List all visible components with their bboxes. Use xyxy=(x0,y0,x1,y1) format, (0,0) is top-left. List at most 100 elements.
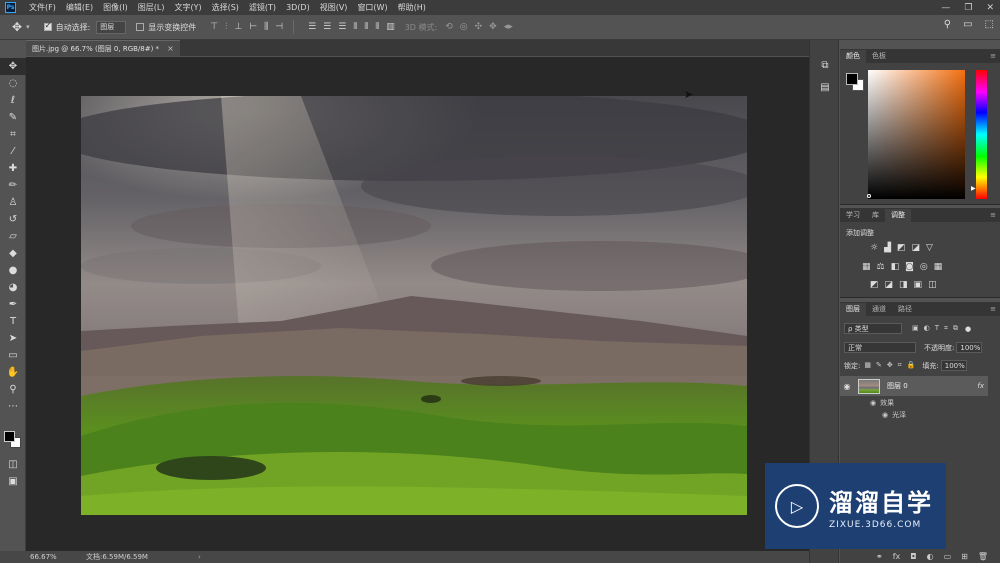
close-window-button[interactable]: ✕ xyxy=(986,3,994,13)
eye-icon[interactable]: ◉ xyxy=(840,382,854,391)
layer-row[interactable]: ◉ 图层 0 fx xyxy=(840,376,988,396)
restore-button[interactable]: ❐ xyxy=(964,3,972,13)
path-select-tool-icon[interactable]: ➤ xyxy=(0,330,26,347)
screen-mode-icon[interactable]: ▣ xyxy=(0,473,26,490)
effect-row[interactable]: ◉ 光泽 xyxy=(882,410,906,420)
menu-layer[interactable]: 图层(L) xyxy=(133,2,170,13)
menu-window[interactable]: 窗口(W) xyxy=(352,2,392,13)
posterize-icon[interactable]: ◪ xyxy=(885,280,894,290)
menu-select[interactable]: 选择(S) xyxy=(207,2,244,13)
eye-icon[interactable]: ◉ xyxy=(870,399,876,407)
dodge-tool-icon[interactable]: ◕ xyxy=(0,279,26,296)
close-tab-button[interactable]: × xyxy=(167,44,174,53)
panel-menu-icon[interactable]: ≡ xyxy=(990,305,996,313)
3d-scale-icon[interactable]: ◂▸ xyxy=(504,22,513,32)
tab-swatches[interactable]: 色板 xyxy=(866,50,892,63)
brush-tool-icon[interactable]: ✏ xyxy=(0,177,26,194)
hand-tool-icon[interactable]: ✋ xyxy=(0,364,26,381)
hue-slider[interactable] xyxy=(976,70,987,199)
history-brush-tool-icon[interactable]: ↺ xyxy=(0,211,26,228)
eye-icon[interactable]: ◉ xyxy=(882,411,888,419)
properties-icon[interactable]: ▤ xyxy=(810,76,840,98)
3d-roll-icon[interactable]: ◎ xyxy=(460,22,468,32)
channel-mixer-icon[interactable]: ◎ xyxy=(920,262,928,272)
mask-icon[interactable]: ◘ xyxy=(910,552,916,561)
menu-3d[interactable]: 3D(D) xyxy=(281,3,315,12)
landscape-image[interactable] xyxy=(81,96,747,515)
clone-stamp-tool-icon[interactable]: ♙ xyxy=(0,194,26,211)
auto-select-dropdown[interactable]: 图层 xyxy=(96,20,127,34)
search-icon[interactable]: ⚲ xyxy=(944,19,951,30)
blur-tool-icon[interactable]: ● xyxy=(0,262,26,279)
3d-rotate-icon[interactable]: ⟲ xyxy=(445,22,453,32)
foreground-color-swatch[interactable] xyxy=(4,431,15,442)
zoom-level[interactable]: 66.67% xyxy=(30,553,70,561)
layer-name[interactable]: 图层 0 xyxy=(887,381,908,391)
blend-mode-dropdown[interactable]: 正常 xyxy=(844,342,916,353)
distribute-bottom-icon[interactable]: ☰ xyxy=(338,22,346,32)
share-icon[interactable]: ⬚ xyxy=(985,19,994,30)
exposure-icon[interactable]: ◪ xyxy=(912,243,921,253)
color-picker-marker[interactable] xyxy=(867,194,871,198)
panel-foreground-swatch[interactable] xyxy=(846,73,858,85)
align-left-icon[interactable]: ⊢ xyxy=(249,22,257,32)
menu-view[interactable]: 视图(V) xyxy=(315,2,353,13)
panel-menu-icon[interactable]: ≡ xyxy=(990,211,996,219)
distribute-top-icon[interactable]: ☰ xyxy=(308,22,316,32)
move-icon[interactable]: ✥ xyxy=(12,20,22,34)
document-tab[interactable]: 图片.jpg @ 66.7% (图层 0, RGB/8#) * × xyxy=(26,40,180,56)
fx-icon[interactable]: fx xyxy=(893,552,901,561)
tab-paths[interactable]: 路径 xyxy=(892,303,918,316)
show-transform-checkbox[interactable] xyxy=(136,23,145,31)
menu-help[interactable]: 帮助(H) xyxy=(393,2,431,13)
levels-icon[interactable]: ▟ xyxy=(884,243,891,253)
distribute-right-icon[interactable]: ⦀ xyxy=(375,22,379,32)
lasso-tool-icon[interactable]: ℓ xyxy=(0,92,26,109)
align-hcenter-icon[interactable]: ⫼ xyxy=(264,22,268,32)
layer-fx-badge[interactable]: fx xyxy=(977,382,984,390)
tab-channels[interactable]: 通道 xyxy=(866,303,892,316)
lock-icons[interactable]: ▦✎✥⌗🔒 xyxy=(864,361,920,370)
link-icon[interactable]: ⚭ xyxy=(876,552,883,561)
effects-row[interactable]: ◉ 效果 xyxy=(870,398,894,408)
distribute-left-icon[interactable]: ⦀ xyxy=(353,22,357,32)
threshold-icon[interactable]: ◨ xyxy=(899,280,908,290)
brightness-icon[interactable]: ☼ xyxy=(870,243,878,253)
tab-adjustments[interactable]: 调整 xyxy=(885,209,911,222)
menu-type[interactable]: 文字(Y) xyxy=(169,2,206,13)
filter-type-icons[interactable]: ▣◐T⌗⧉ xyxy=(912,324,963,333)
marquee-tool-icon[interactable]: ◌ xyxy=(0,75,26,92)
paint-bucket-tool-icon[interactable]: ◆ xyxy=(0,245,26,262)
curves-icon[interactable]: ◩ xyxy=(897,243,906,253)
vibrance-icon[interactable]: ▽ xyxy=(926,243,933,253)
opacity-input[interactable]: 100% xyxy=(956,342,983,353)
panel-menu-icon[interactable]: ≡ xyxy=(990,52,996,60)
chevron-down-icon[interactable]: ▾ xyxy=(26,23,30,31)
pen-tool-icon[interactable]: ✒ xyxy=(0,296,26,313)
black-white-icon[interactable]: ◧ xyxy=(891,262,900,272)
tab-libraries[interactable]: 库 xyxy=(866,209,885,222)
fill-input[interactable]: 100% xyxy=(940,360,967,371)
align-bottom-icon[interactable]: ⊥ xyxy=(234,22,242,32)
new-layer-icon[interactable]: ⊞ xyxy=(961,552,968,561)
trash-icon[interactable]: 🗑 xyxy=(978,552,988,561)
align-vcenter-icon[interactable]: ⫶ xyxy=(225,22,227,32)
workspace-icon[interactable]: ▭ xyxy=(963,19,972,30)
gradient-map-icon[interactable]: ▣ xyxy=(914,280,923,290)
menu-image[interactable]: 图像(I) xyxy=(98,2,133,13)
distribute-vcenter-icon[interactable]: ☰ xyxy=(323,22,331,32)
color-lookup-icon[interactable]: ▦ xyxy=(934,262,943,272)
status-menu-arrow[interactable]: › xyxy=(198,553,201,561)
eyedropper-tool-icon[interactable]: ⁄ xyxy=(0,143,26,160)
menu-filter[interactable]: 滤镜(T) xyxy=(244,2,281,13)
3d-slide-icon[interactable]: ✥ xyxy=(489,22,497,32)
menu-edit[interactable]: 编辑(E) xyxy=(61,2,98,13)
type-tool-icon[interactable]: T xyxy=(0,313,26,330)
3d-pan-icon[interactable]: ✣ xyxy=(475,22,483,32)
distribute-hcenter-icon[interactable]: ⦀ xyxy=(364,22,368,32)
move-tool-icon[interactable]: ✥ xyxy=(0,58,26,75)
eraser-tool-icon[interactable]: ▱ xyxy=(0,228,26,245)
more-tools-icon[interactable]: ⋯ xyxy=(0,398,26,415)
tab-layers[interactable]: 图层 xyxy=(840,303,866,316)
quick-select-tool-icon[interactable]: ✎ xyxy=(0,109,26,126)
